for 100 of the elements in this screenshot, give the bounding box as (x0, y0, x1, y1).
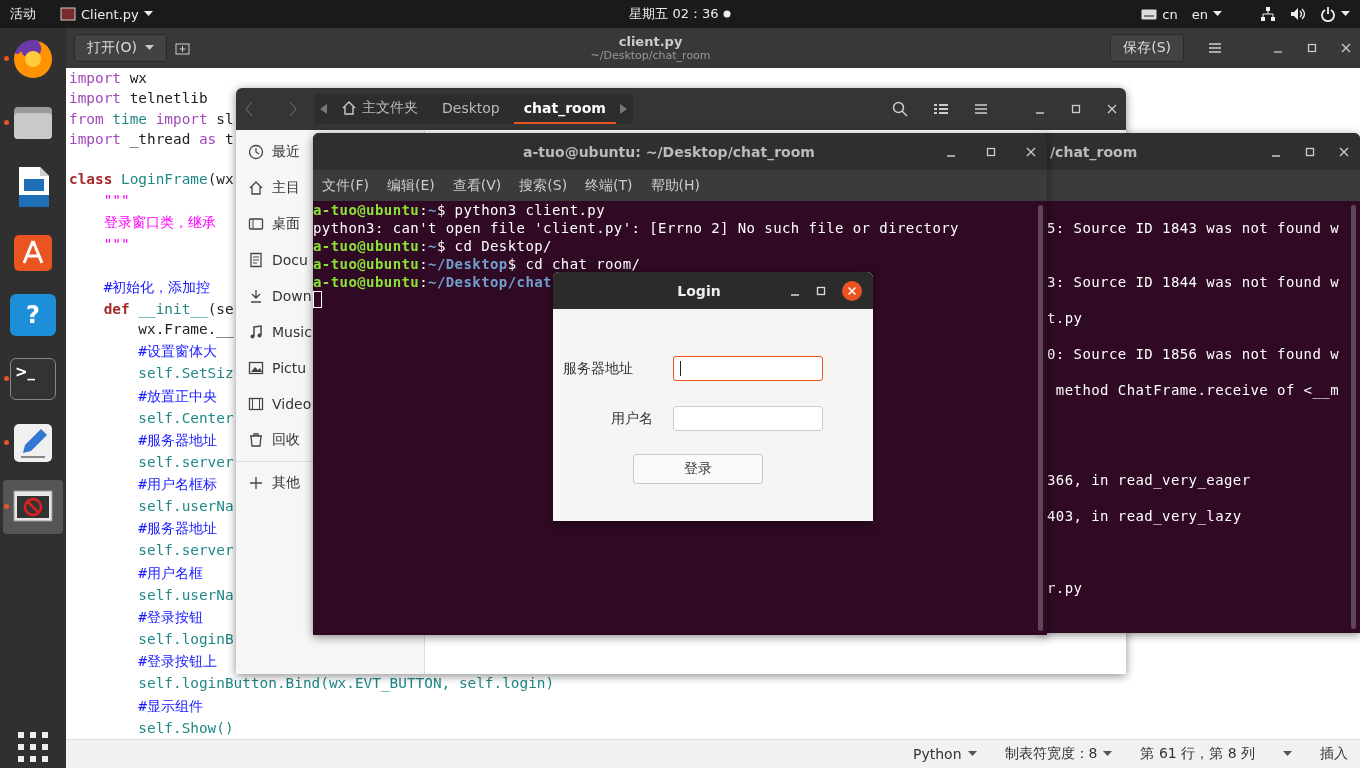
caret-right-icon[interactable] (619, 104, 627, 114)
terminal-line: method ChatFrame.receive of <__m (1054, 381, 1339, 399)
sidebar-item[interactable]: 回收 (248, 422, 300, 458)
close-icon[interactable] (841, 279, 863, 302)
input-field[interactable] (673, 406, 823, 431)
app-menu[interactable]: Client.py (60, 6, 153, 22)
code-line: """ (102, 190, 130, 210)
caret-icon (1213, 11, 1222, 17)
home-icon (248, 180, 264, 196)
menu-icon[interactable] (974, 103, 988, 115)
browser-icon (11, 37, 55, 81)
code-line: #放置正中央 (137, 386, 217, 406)
sidebar-item[interactable]: Video (248, 386, 312, 422)
list-view-icon[interactable] (934, 103, 948, 115)
code-line: #登录按钮上 (137, 652, 217, 672)
menu-item[interactable]: 文件(F) (322, 176, 369, 195)
sidebar-item[interactable]: 其他 (248, 465, 300, 501)
menu-icon[interactable] (1208, 42, 1222, 54)
terminal-line: 366, in read_very_eager (1047, 471, 1251, 489)
volume-icon[interactable] (1290, 6, 1306, 22)
scrollbar[interactable] (1038, 205, 1043, 631)
close-icon[interactable] (1340, 42, 1352, 54)
sidebar-item[interactable]: 桌面 (248, 206, 300, 242)
music-note-icon (248, 324, 264, 340)
power-icon (1320, 6, 1336, 22)
menu-item[interactable]: 查看(V) (452, 176, 502, 195)
maximize-icon[interactable] (1070, 103, 1082, 115)
text-cursor (313, 291, 322, 308)
trash-icon (248, 432, 264, 448)
window-icon (60, 7, 76, 21)
terminal-line: r.py (1047, 579, 1083, 597)
network-icon[interactable] (1260, 6, 1276, 22)
window-title: /chat_room (1050, 143, 1139, 160)
dock-item[interactable] (3, 480, 63, 534)
caret-icon (1103, 751, 1113, 757)
menu-item[interactable]: 终端(T) (585, 176, 633, 195)
maximize-icon[interactable] (985, 145, 997, 158)
language-selector[interactable]: Python (913, 746, 977, 762)
sidebar-item[interactable]: Pictu (248, 350, 307, 386)
sidebar-item[interactable]: Music (248, 314, 312, 350)
menu-item[interactable]: 搜索(S) (519, 176, 568, 195)
code-line: #初始化，添加控 (102, 277, 211, 297)
save-button[interactable]: 保存(S) (1110, 34, 1184, 62)
sidebar-item[interactable]: 最近 (248, 134, 300, 170)
notification-dot-icon (722, 10, 731, 18)
input-field[interactable] (673, 356, 823, 381)
terminal-line: 5: Source ID 1843 was not found w (1047, 219, 1339, 237)
activities-button[interactable]: 活动 (10, 5, 36, 23)
field-label: 用户名 (610, 409, 654, 428)
terminal-line: a-tuo@ubuntu:~$ python3 client.py (313, 201, 606, 219)
tab-width-selector[interactable]: 制表符宽度：8 (1004, 745, 1113, 763)
code-line: import telnetlib (69, 89, 208, 109)
code-line: wx.Frame.__ (137, 319, 234, 340)
back-icon[interactable] (244, 101, 254, 117)
new-tab-icon[interactable] (174, 41, 191, 55)
caret-icon (143, 11, 153, 17)
maximize-icon[interactable] (1304, 145, 1316, 158)
code-line: #显示组件 (137, 696, 203, 716)
power-menu[interactable] (1320, 6, 1350, 22)
insert-mode[interactable]: 插入 (1320, 745, 1348, 763)
sidebar-item[interactable]: Docu (248, 242, 308, 278)
dock-item[interactable]: ? (3, 288, 63, 342)
close-icon[interactable] (1025, 145, 1037, 158)
close-icon[interactable] (1106, 103, 1118, 115)
search-icon[interactable] (892, 101, 908, 117)
download-icon (248, 288, 264, 304)
terminal-line: 403, in read_very_lazy (1047, 507, 1242, 525)
code-line: #用户名框 (137, 563, 203, 583)
language-menu[interactable]: en (1191, 6, 1222, 22)
image-icon (248, 360, 264, 376)
apps-grid-icon[interactable] (18, 732, 48, 762)
path-crumb[interactable]: chat_room (513, 94, 616, 124)
sidebar-item[interactable]: Down (248, 278, 312, 314)
sidebar-item[interactable]: 主目 (248, 170, 300, 206)
forward-icon[interactable] (288, 101, 298, 117)
document-icon (248, 252, 264, 268)
terminal-line: 0: Source ID 1856 was not found w (1047, 345, 1339, 363)
code-line: self.Show() (137, 718, 234, 738)
keyboard-icon (1141, 8, 1158, 20)
close-icon[interactable] (1338, 145, 1350, 158)
input-source-indicator[interactable]: cn (1141, 6, 1178, 22)
open-button[interactable]: 打开(O) (74, 34, 167, 62)
path-crumb[interactable]: 主文件夹 (331, 94, 428, 124)
menu-item[interactable]: 编辑(E) (387, 176, 435, 195)
login-button[interactable]: 登录 (633, 454, 763, 484)
maximize-icon[interactable] (815, 284, 827, 297)
caret-left-icon[interactable] (320, 104, 327, 114)
terminal-line: t.py (1047, 309, 1083, 327)
code-line: #服务器地址 (137, 430, 217, 450)
clock[interactable]: 星期五 02：36 (629, 5, 719, 23)
menu-item[interactable]: 帮助(H) (650, 176, 701, 195)
dock-item[interactable]: >_ (3, 352, 63, 406)
path-crumb[interactable]: Desktop (432, 94, 510, 124)
maximize-icon[interactable] (1306, 42, 1318, 54)
code-line: self.server (137, 452, 234, 472)
window-subtitle: ~/Desktop/chat_room (590, 49, 711, 62)
code-line: def __init__(se (102, 299, 234, 319)
scrollbar[interactable] (1351, 205, 1356, 629)
code-line: self.loginButton.Bind(wx.EVT_BUTTON, self.login) (137, 674, 555, 694)
cursor-position[interactable]: 第 61 行，第 8 列 (1140, 745, 1255, 763)
